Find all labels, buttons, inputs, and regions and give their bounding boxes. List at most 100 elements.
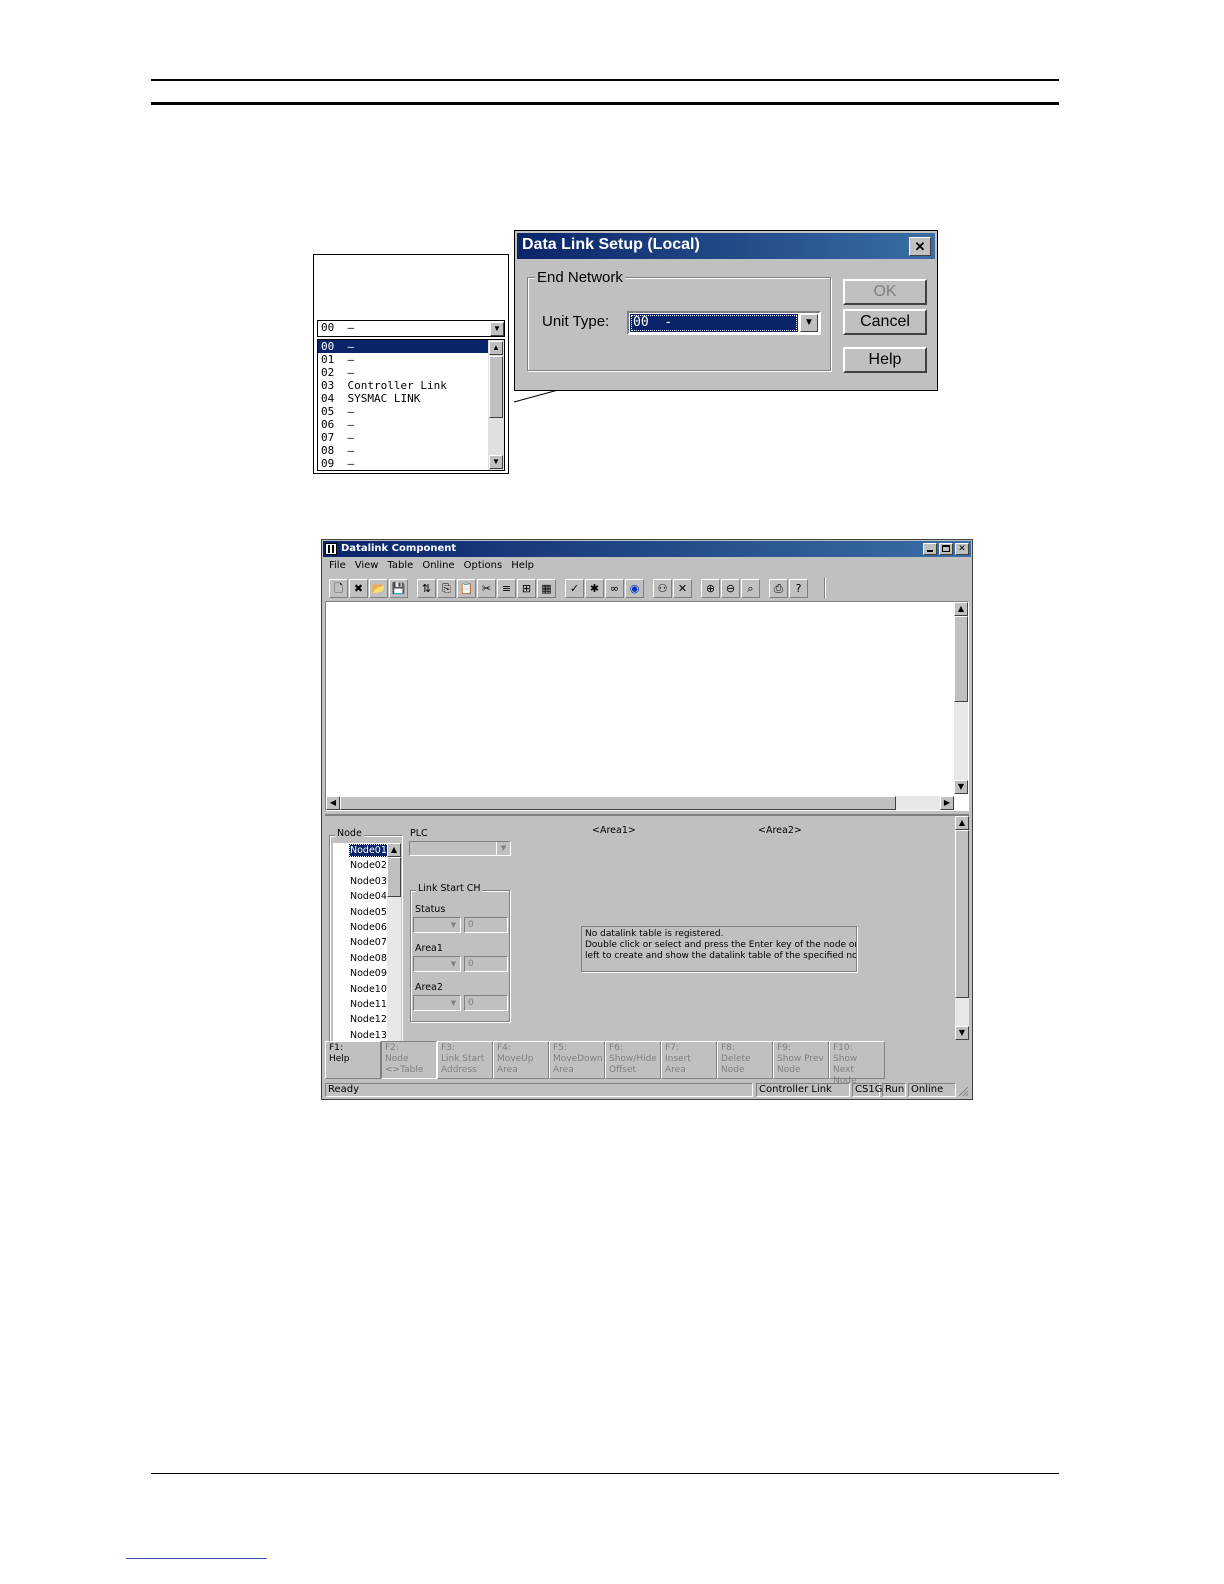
open-icon[interactable]: ✖ [349,579,368,598]
area1-offset-field[interactable]: 0 [464,956,508,972]
close-icon[interactable]: ✕ [909,237,931,256]
scroll-thumb[interactable] [954,616,968,702]
zoom-out-icon[interactable]: ⊖ [721,579,740,598]
node-list-item[interactable]: Node02 [350,860,387,871]
function-key-f4[interactable]: F4: MoveUp Area [493,1041,549,1079]
monitor-icon[interactable]: ◉ [625,579,644,598]
scroll-up-icon[interactable]: ▲ [955,816,969,830]
function-key-f2[interactable]: F2: Node <>Table [381,1041,437,1079]
scroll-down-icon[interactable]: ▼ [955,1026,969,1040]
function-key-f3[interactable]: F3: Link Start Address [437,1041,493,1079]
scroll-up-icon[interactable]: ▲ [387,843,401,857]
new-icon[interactable]: 🗋 [329,579,348,598]
status-select[interactable]: ▼ [413,917,461,933]
area1-select[interactable]: ▼ [413,956,461,972]
unit-type-option[interactable]: 07 – [318,431,490,444]
scroll-up-icon[interactable]: ▲ [954,602,968,616]
node-list-item[interactable]: Node13 [350,1030,387,1041]
function-key-f1[interactable]: F1: Help [325,1041,381,1079]
ok-button[interactable]: OK [843,279,927,305]
cancel-button[interactable]: Cancel [843,309,927,335]
disconnect-icon[interactable]: ✕ [673,579,692,598]
unit-type-option[interactable]: 04 SYSMAC LINK [318,392,490,405]
zoom-icon[interactable]: ⌕ [741,579,760,598]
vertical-scrollbar[interactable]: ▲ ▼ [954,602,968,794]
function-key-f10[interactable]: F10: Show Next Node [829,1041,885,1086]
menu-options[interactable]: Options [464,560,503,574]
area2-label: Area2 [415,982,443,993]
node-list-item[interactable]: Node12 [350,1014,387,1025]
status-offset-field[interactable]: 0 [464,917,508,933]
menu-view[interactable]: View [355,560,379,574]
chevron-down-icon[interactable]: ▼ [496,842,510,855]
menu-online[interactable]: Online [422,560,454,574]
unit-type-option[interactable]: 05 – [318,405,490,418]
paste-icon[interactable]: 📋 [457,579,476,598]
save-icon[interactable]: 💾 [389,579,408,598]
minimize-icon[interactable] [923,543,937,555]
chevron-down-icon[interactable]: ▼ [800,314,818,332]
scroll-thumb-horizontal[interactable] [340,796,896,810]
help-icon[interactable]: ? [789,579,808,598]
node-list-item[interactable]: Node08 [350,953,387,964]
open-folder-icon[interactable]: 📂 [369,579,388,598]
wand-icon[interactable]: ✱ [585,579,604,598]
scroll-thumb[interactable] [955,830,969,998]
menu-help[interactable]: Help [511,560,534,574]
scroll-down-icon[interactable]: ▼ [489,455,503,469]
maximize-icon[interactable] [939,543,953,555]
unit-type-option[interactable]: 03 Controller Link [318,379,490,392]
connect-icon[interactable]: ⚇ [653,579,672,598]
unit-type-option[interactable]: 08 – [318,444,490,457]
node-list-item[interactable]: Node11 [350,999,387,1010]
function-key-f8[interactable]: F8: Delete Node [717,1041,773,1079]
chevron-down-icon[interactable]: ▼ [447,957,460,971]
transfer-icon[interactable]: ⇅ [417,579,436,598]
scroll-thumb[interactable] [387,857,401,897]
network-icon[interactable]: ⊞ [517,579,536,598]
detail-vertical-scrollbar[interactable]: ▲ ▼ [955,816,969,1040]
cut-icon[interactable]: ✂ [477,579,496,598]
grid-icon[interactable]: ▦ [537,579,556,598]
unit-type-option[interactable]: 02 – [318,366,490,379]
function-key-f5[interactable]: F5: MoveDown Area [549,1041,605,1079]
unit-type-combobox[interactable]: 00 – ▼ [317,320,505,337]
area2-select[interactable]: ▼ [413,995,461,1011]
resize-grip-icon[interactable] [957,1085,969,1097]
node-list-item[interactable]: Node04 [350,891,387,902]
unit-type-option[interactable]: 09 – [318,457,490,470]
check-icon[interactable]: ✓ [565,579,584,598]
chevron-down-icon[interactable]: ▼ [447,918,460,932]
node-list-item[interactable]: Node10 [350,984,387,995]
node-list-item[interactable]: Node05 [350,907,387,918]
node-list-item[interactable]: Node06 [350,922,387,933]
node-list-item[interactable]: Node03 [350,876,387,887]
chevron-down-icon[interactable]: ▼ [447,996,460,1010]
node-list-item[interactable]: Node07 [350,937,387,948]
horizontal-scrollbar[interactable]: ◀ ▶ [326,796,954,810]
plc-select[interactable]: ▼ [409,841,511,856]
zoom-in-icon[interactable]: ⊕ [701,579,720,598]
unit-type-option[interactable]: 00 – [318,340,490,353]
unit-type-option[interactable]: 06 – [318,418,490,431]
function-key-f7[interactable]: F7: Insert Area [661,1041,717,1079]
function-key-f6[interactable]: F6: Show/Hide Offset [605,1041,661,1079]
menu-table[interactable]: Table [387,560,413,574]
close-icon[interactable]: ✕ [955,543,969,555]
properties-icon[interactable]: ≡ [497,579,516,598]
node-list-scrollbar[interactable]: ▲ [387,843,401,1042]
scroll-down-icon[interactable]: ▼ [954,780,968,794]
unit-type-select[interactable]: 00 - ▼ [627,311,821,335]
node-list-item[interactable]: Node01 [349,844,388,857]
copy-icon[interactable]: ⎘ [437,579,456,598]
function-key-f9[interactable]: F9: Show Prev Node [773,1041,829,1079]
menu-file[interactable]: File [329,560,346,574]
node-list-item[interactable]: Node09 [350,968,387,979]
area2-offset-field[interactable]: 0 [464,995,508,1011]
scroll-left-icon[interactable]: ◀ [326,796,340,810]
link-icon[interactable]: ∞ [605,579,624,598]
unit-type-option[interactable]: 01 – [318,353,490,366]
print-icon[interactable]: ⎙ [769,579,788,598]
scroll-right-icon[interactable]: ▶ [940,796,954,810]
help-button[interactable]: Help [843,347,927,373]
